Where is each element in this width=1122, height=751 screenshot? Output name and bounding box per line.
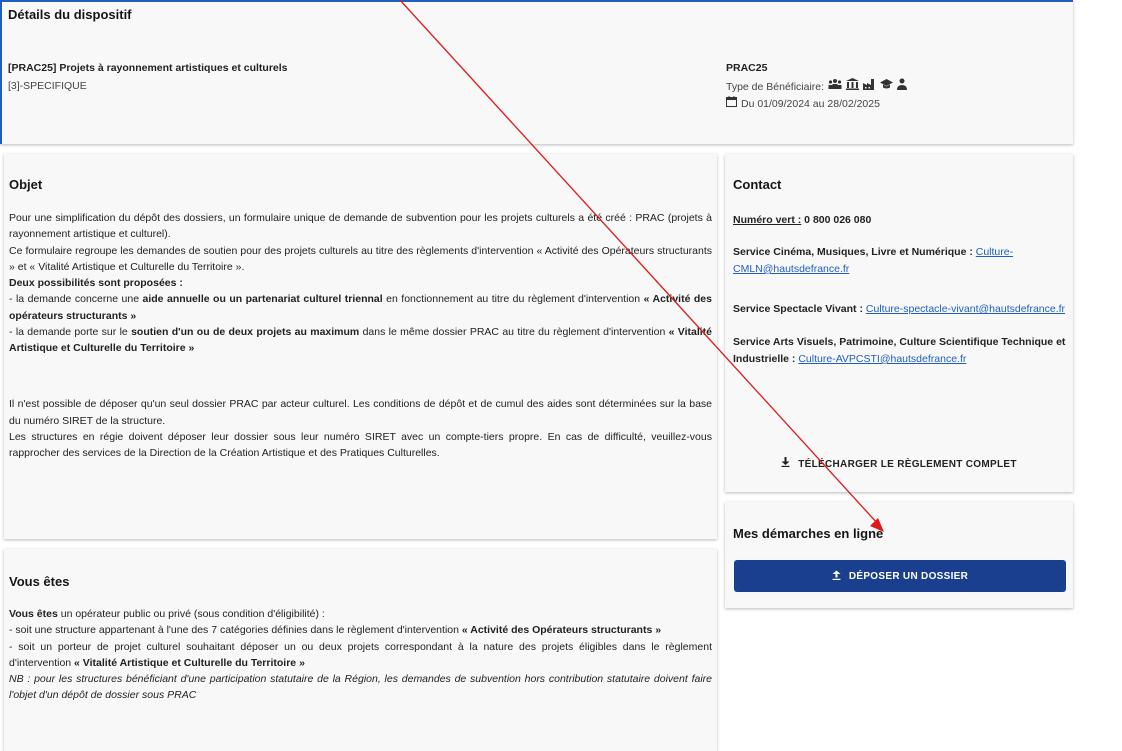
contact-service-spectacle: Service Spectacle Vivant : Culture-spect… xyxy=(733,303,1066,315)
vous-etes-bullet: - soit un porteur de projet culturel sou… xyxy=(9,640,712,669)
objet-paragraph: Pour une simplification du dépôt des dos… xyxy=(9,212,712,241)
objet-paragraph: Il n'est possible de déposer qu'un seul … xyxy=(9,398,712,427)
objet-bullet: - la demande porte sur le soutien d'un o… xyxy=(9,325,713,355)
beneficiaire-row: Type de Bénéficiaire: xyxy=(726,78,908,95)
objet-paragraph: Les structures en régie doivent déposer … xyxy=(9,430,712,460)
dispositif-dates: Du 01/09/2024 au 28/02/2025 xyxy=(741,98,880,110)
group-icon xyxy=(828,78,842,95)
download-reglement-button[interactable]: TÉLÉCHARGER LE RÈGLEMENT COMPLET xyxy=(725,454,1073,476)
vous-etes-intro: Vous êtes un opérateur public ou privé (… xyxy=(9,608,325,620)
vous-etes-body: Vous êtes un opérateur public ou privé (… xyxy=(9,606,712,704)
dispositif-type: [3]-SPECIFIQUE xyxy=(8,80,87,92)
vous-etes-nb: NB : pour les structures bénéficiant d'u… xyxy=(9,673,712,702)
objet-card: Objet Pour une simplification du dépôt d… xyxy=(4,154,717,539)
demarches-card: Mes démarches en ligne DÉPOSER UN DOSSIE… xyxy=(725,502,1073,608)
objet-bullet: - la demande concerne une aide annuelle … xyxy=(9,293,712,322)
contact-service-avpcsti: Service Arts Visuels, Patrimoine, Cultur… xyxy=(733,336,1066,365)
objet-possibilities-heading: Deux possibilités sont proposées : xyxy=(9,277,183,290)
dispositif-name: [PRAC25] Projets à rayonnement artistiqu… xyxy=(8,62,288,74)
objet-body: Pour une simplification du dépôt des dos… xyxy=(9,210,712,461)
vous-etes-bullet: - soit une structure appartenant à l'une… xyxy=(9,624,662,637)
dispositif-details-card: Détails du dispositif [PRAC25] Projets à… xyxy=(0,0,1073,144)
factory-icon xyxy=(863,78,876,95)
vous-etes-card: Vous êtes Vous êtes un opérateur public … xyxy=(4,549,717,751)
dates-row: Du 01/09/2024 au 28/02/2025 xyxy=(726,96,880,112)
contact-service-cmln: Service Cinéma, Musiques, Livre et Numér… xyxy=(733,246,1014,275)
email-link-spectacle[interactable]: Culture-spectacle-vivant@hautsdefrance.f… xyxy=(866,303,1065,315)
contact-card: Contact Numéro vert : 0 800 026 080 Serv… xyxy=(725,154,1073,492)
objet-title: Objet xyxy=(9,177,43,192)
calendar-icon xyxy=(726,96,737,112)
beneficiaire-label: Type de Bénéficiaire: xyxy=(726,80,825,93)
email-link-avpcsti[interactable]: Culture-AVPCSTI@hautsdefrance.fr xyxy=(798,353,966,365)
dispositif-code: PRAC25 xyxy=(726,62,768,74)
upload-icon xyxy=(832,570,841,583)
objet-paragraph: Ce formulaire regroupe les demandes de s… xyxy=(9,244,712,273)
download-icon xyxy=(781,457,790,473)
vous-etes-title: Vous êtes xyxy=(9,574,70,589)
details-title: Détails du dispositif xyxy=(8,7,132,22)
deposer-dossier-button[interactable]: DÉPOSER UN DOSSIER xyxy=(734,560,1066,592)
demarches-title: Mes démarches en ligne xyxy=(733,526,884,541)
institution-icon xyxy=(846,78,860,95)
download-reglement-label: TÉLÉCHARGER LE RÈGLEMENT COMPLET xyxy=(798,459,1017,471)
person-icon xyxy=(897,78,908,95)
deposer-dossier-label: DÉPOSER UN DOSSIER xyxy=(848,570,969,582)
school-icon xyxy=(880,78,894,95)
contact-title: Contact xyxy=(733,177,782,192)
numero-vert: Numéro vert : 0 800 026 080 xyxy=(733,214,872,226)
